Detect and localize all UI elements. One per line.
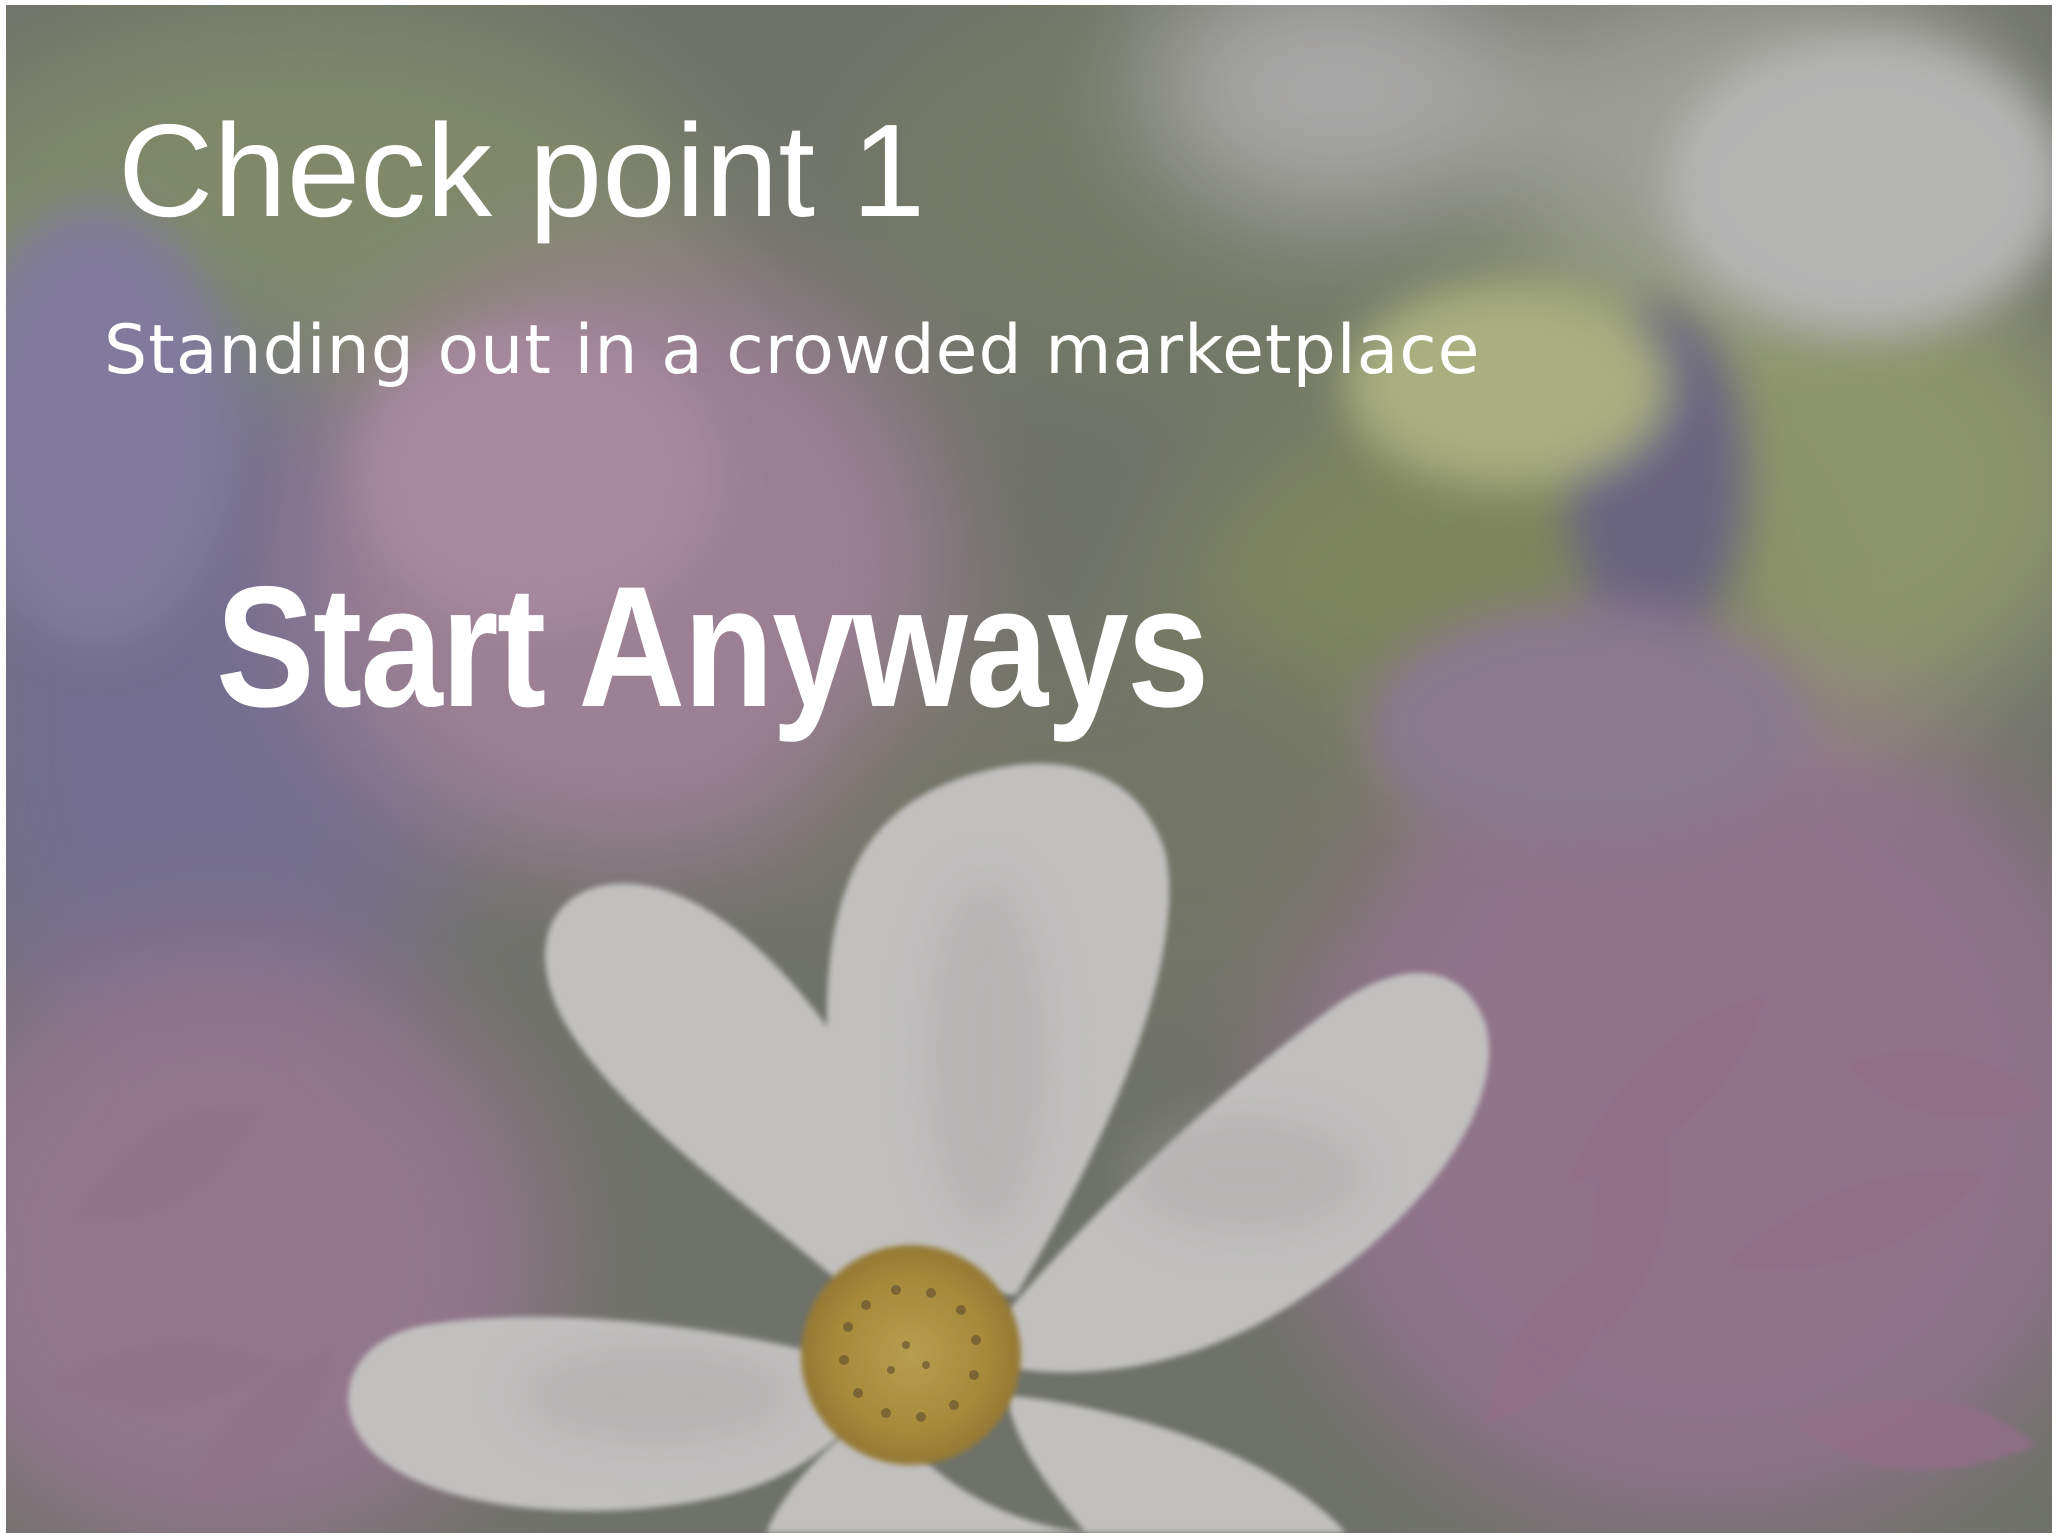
slide-headline: Start Anyways — [216, 551, 1209, 743]
slide-title: Check point 1 — [118, 97, 926, 244]
slide: Check point 1 Standing out in a crowded … — [6, 5, 2052, 1533]
slide-subtitle: Standing out in a crowded marketplace — [104, 311, 1481, 390]
